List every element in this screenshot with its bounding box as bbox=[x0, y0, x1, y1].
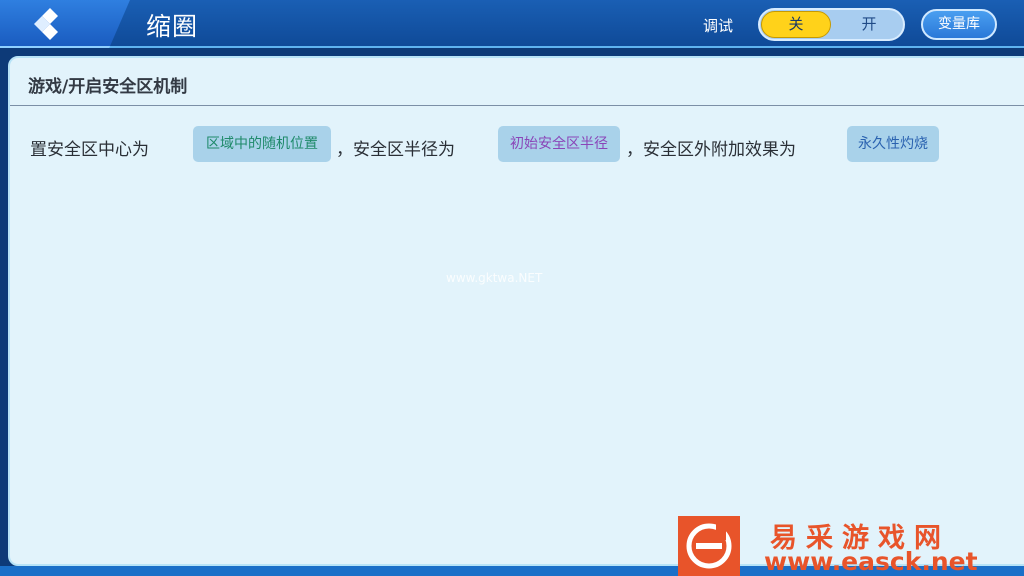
sentence-text-1: 置安全区中心为 bbox=[30, 140, 149, 160]
sentence-text-3: ，安全区外附加效果为 bbox=[626, 140, 796, 160]
easck-logo-icon bbox=[678, 516, 740, 576]
variable-library-button[interactable]: 变量库 bbox=[921, 9, 997, 40]
radius-chip[interactable]: 初始安全区半径 bbox=[498, 126, 620, 162]
toggle-on-option[interactable]: 开 bbox=[838, 11, 900, 38]
outside-effect-chip[interactable]: 永久性灼烧 bbox=[847, 126, 939, 162]
center-position-chip[interactable]: 区域中的随机位置 bbox=[193, 126, 331, 162]
toggle-off-option[interactable]: 关 bbox=[761, 11, 831, 38]
back-button[interactable] bbox=[0, 0, 130, 48]
page-title: 缩圈 bbox=[146, 12, 199, 41]
debug-toggle[interactable]: 关 开 bbox=[758, 8, 905, 41]
content-panel: 游戏/开启安全区机制 置安全区中心为 区域中的随机位置 ，安全区半径为 初始安全… bbox=[8, 56, 1024, 566]
panel-header: 游戏/开启安全区机制 bbox=[10, 58, 1024, 106]
diamond-back-icon bbox=[34, 8, 58, 40]
debug-label: 调试 bbox=[703, 17, 734, 35]
top-bar: 缩圈 调试 关 开 变量库 bbox=[0, 0, 1024, 48]
sentence-text-2: ，安全区半径为 bbox=[336, 140, 455, 160]
breadcrumb: 游戏/开启安全区机制 bbox=[28, 77, 188, 97]
watermark: www.gktwa.NET bbox=[446, 271, 543, 285]
block-sentence: 置安全区中心为 区域中的随机位置 ，安全区半径为 初始安全区半径 ，安全区外附加… bbox=[30, 126, 1024, 164]
logo-site-url: www.easck.net bbox=[764, 547, 978, 576]
